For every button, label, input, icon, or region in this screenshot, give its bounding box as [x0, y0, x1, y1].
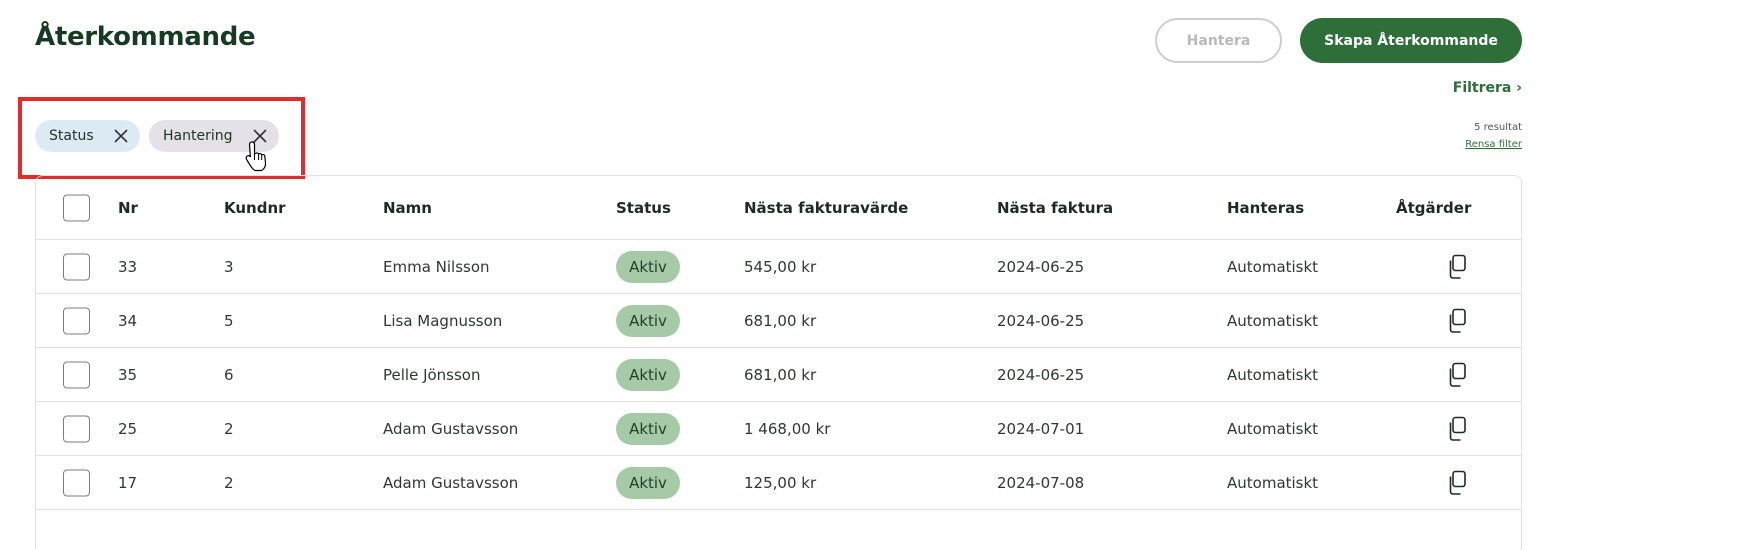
column-namn[interactable]: Namn	[383, 199, 432, 217]
cell-next-value: 1 468,00 kr	[744, 419, 831, 438]
row-checkbox[interactable]	[63, 415, 90, 442]
copy-icon[interactable]	[1446, 362, 1470, 388]
cell-nr: 25	[118, 419, 138, 438]
cell-namn: Pelle Jönsson	[383, 365, 481, 384]
copy-icon[interactable]	[1446, 308, 1470, 334]
copy-icon[interactable]	[1446, 254, 1470, 280]
cell-nr: 33	[118, 257, 138, 276]
column-status[interactable]: Status	[616, 199, 671, 217]
cell-kundnr: 5	[224, 311, 234, 330]
table-row[interactable]: 33 3 Emma Nilsson Aktiv 545,00 kr 2024-0…	[36, 240, 1521, 294]
status-badge: Aktiv	[616, 250, 680, 283]
row-checkbox[interactable]	[63, 361, 90, 388]
cell-next-invoice: 2024-07-08	[997, 473, 1085, 492]
table-row[interactable]: 34 5 Lisa Magnusson Aktiv 681,00 kr 2024…	[36, 294, 1521, 348]
copy-icon[interactable]	[1446, 470, 1470, 496]
column-nr[interactable]: Nr	[118, 199, 138, 217]
select-all-checkbox[interactable]	[63, 194, 90, 221]
status-badge: Aktiv	[616, 358, 680, 391]
column-next-value[interactable]: Nästa fakturavärde	[744, 199, 908, 217]
cell-next-value: 681,00 kr	[744, 311, 817, 330]
status-badge: Aktiv	[616, 304, 680, 337]
cell-kundnr: 3	[224, 257, 234, 276]
cell-next-invoice: 2024-07-01	[997, 419, 1085, 438]
row-checkbox[interactable]	[63, 307, 90, 334]
cell-next-invoice: 2024-06-25	[997, 257, 1085, 276]
cell-nr: 34	[118, 311, 138, 330]
table-row[interactable]: 25 2 Adam Gustavsson Aktiv 1 468,00 kr 2…	[36, 402, 1521, 456]
status-badge: Aktiv	[616, 412, 680, 445]
cell-next-value: 545,00 kr	[744, 257, 817, 276]
cell-namn: Adam Gustavsson	[383, 473, 519, 492]
column-actions: Åtgärder	[1396, 198, 1472, 217]
cell-nr: 35	[118, 365, 138, 384]
cell-namn: Lisa Magnusson	[383, 311, 503, 330]
cell-handled: Automatiskt	[1227, 419, 1319, 438]
cell-handled: Automatiskt	[1227, 473, 1319, 492]
table-row[interactable]: 17 2 Adam Gustavsson Aktiv 125,00 kr 202…	[36, 456, 1521, 510]
create-recurring-button[interactable]: Skapa Återkommande	[1300, 18, 1522, 63]
cell-handled: Automatiskt	[1227, 365, 1319, 384]
cell-kundnr: 2	[224, 419, 234, 438]
copy-icon[interactable]	[1446, 416, 1470, 442]
filter-link[interactable]: Filtrera ›	[1453, 80, 1522, 96]
cell-namn: Emma Nilsson	[383, 257, 490, 276]
cell-kundnr: 2	[224, 473, 234, 492]
row-checkbox[interactable]	[63, 469, 90, 496]
cell-kundnr: 6	[224, 365, 234, 384]
table-row[interactable]: 35 6 Pelle Jönsson Aktiv 681,00 kr 2024-…	[36, 348, 1521, 402]
status-badge: Aktiv	[616, 466, 680, 499]
recurring-table: Nr Kundnr Namn Status Nästa fakturavärde…	[35, 175, 1522, 550]
cell-next-invoice: 2024-06-25	[997, 311, 1085, 330]
hand-cursor-icon	[245, 141, 267, 172]
cell-nr: 17	[118, 473, 138, 492]
cell-namn: Adam Gustavsson	[383, 419, 519, 438]
cell-next-value: 125,00 kr	[744, 473, 817, 492]
cell-next-value: 681,00 kr	[744, 365, 817, 384]
column-kundnr[interactable]: Kundnr	[224, 199, 286, 217]
results-count: 5 resultat	[1474, 122, 1522, 133]
row-checkbox[interactable]	[63, 253, 90, 280]
cell-handled: Automatiskt	[1227, 257, 1319, 276]
column-next-invoice[interactable]: Nästa faktura	[997, 199, 1113, 217]
manage-button[interactable]: Hantera	[1155, 18, 1282, 63]
column-handled[interactable]: Hanteras	[1227, 199, 1304, 217]
cell-handled: Automatiskt	[1227, 311, 1319, 330]
page-title: Återkommande	[35, 22, 256, 52]
clear-filter-link[interactable]: Rensa filter	[1465, 139, 1522, 150]
table-header: Nr Kundnr Namn Status Nästa fakturavärde…	[36, 176, 1521, 240]
cell-next-invoice: 2024-06-25	[997, 365, 1085, 384]
